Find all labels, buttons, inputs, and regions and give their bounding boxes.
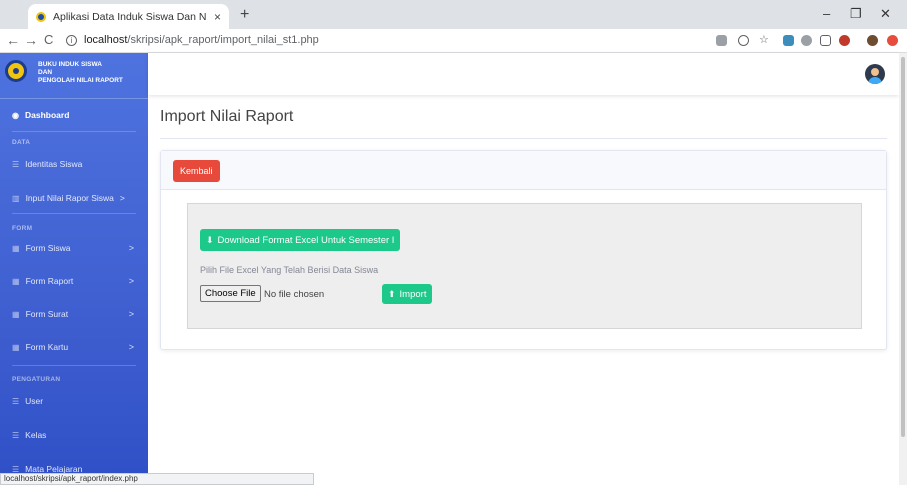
scrollbar-thumb[interactable] — [901, 57, 905, 437]
chevron-right-icon: > — [119, 193, 125, 203]
file-status: No file chosen — [264, 289, 325, 300]
upload-icon: ⬆ — [388, 288, 396, 299]
back-button[interactable]: Kembali — [173, 160, 220, 182]
sidebar-heading-settings: PENGATURAN — [12, 376, 61, 383]
reload-icon[interactable]: C — [44, 32, 53, 47]
site-favicon-icon — [36, 11, 46, 22]
forward-arrow-icon[interactable]: → — [24, 32, 38, 48]
school-logo-icon — [5, 60, 27, 82]
maximize-icon[interactable]: ❐ — [850, 6, 862, 22]
sidebar-item-identitas-siswa[interactable]: ☰ Identitas Siswa — [0, 157, 148, 171]
file-label: Pilih File Excel Yang Telah Berisi Data … — [200, 265, 379, 275]
chart-icon: ▥ — [12, 193, 20, 203]
extension-icon[interactable] — [801, 35, 812, 46]
sidebar: BUKU INDUK SISWA DAN PENGOLAH NILAI RAPO… — [0, 53, 148, 485]
sidebar-item-dashboard[interactable]: ◉ Dashboard — [0, 108, 148, 122]
sidebar-item-user[interactable]: ☰ User — [0, 394, 148, 408]
status-bar-url: localhost/skripsi/apk_raport/index.php — [0, 473, 314, 485]
choose-file-button[interactable]: Choose File — [200, 285, 261, 302]
tab-close-icon[interactable]: × — [214, 10, 221, 24]
extension-icon[interactable] — [839, 35, 850, 46]
dashboard-icon: ◉ — [12, 110, 19, 120]
list-icon: ☰ — [12, 396, 20, 406]
address-bar: ← → C i localhost/skripsi/apk_raport/imp… — [0, 29, 907, 53]
user-avatar[interactable] — [865, 64, 885, 84]
list-icon: ☰ — [12, 430, 20, 440]
sidebar-divider — [12, 213, 136, 214]
extension-icon[interactable] — [783, 35, 794, 46]
sidebar-item-form-kartu[interactable]: ▦ Form Kartu > — [0, 340, 148, 354]
sidebar-divider — [12, 131, 136, 132]
site-info-icon[interactable]: i — [66, 35, 77, 46]
topbar — [148, 53, 899, 95]
sidebar-item-form-siswa[interactable]: ▦ Form Siswa > — [0, 241, 148, 255]
table-icon: ▦ — [12, 309, 20, 319]
chevron-right-icon: > — [128, 309, 134, 319]
import-button[interactable]: ⬆ Import — [382, 284, 433, 304]
list-icon: ☰ — [12, 159, 20, 169]
extension-icon[interactable] — [887, 35, 898, 46]
import-panel: ⬇ Download Format Excel Untuk Semester I… — [187, 203, 862, 329]
translate-icon[interactable] — [716, 35, 727, 46]
sidebar-divider — [12, 365, 136, 366]
sidebar-heading-form: FORM — [12, 225, 33, 232]
sidebar-item-form-raport[interactable]: ▦ Form Raport > — [0, 274, 148, 288]
zoom-icon[interactable] — [738, 35, 749, 46]
sidebar-item-form-surat[interactable]: ▦ Form Surat > — [0, 307, 148, 321]
minimize-icon[interactable]: – — [823, 6, 830, 21]
sidebar-heading-data: DATA — [12, 139, 31, 146]
brand-text: BUKU INDUK SISWA DAN PENGOLAH NILAI RAPO… — [38, 61, 123, 84]
window-close-icon[interactable]: ✕ — [880, 6, 891, 22]
page-scrollbar[interactable] — [899, 53, 907, 485]
table-icon: ▦ — [12, 243, 20, 253]
title-divider — [160, 138, 887, 139]
bookmark-star-icon[interactable]: ☆ — [759, 35, 770, 46]
back-arrow-icon[interactable]: ← — [6, 32, 20, 48]
profile-avatar-icon[interactable] — [867, 35, 878, 46]
chevron-right-icon: > — [128, 243, 134, 253]
url-field[interactable]: localhost/skripsi/apk_raport/import_nila… — [84, 34, 319, 46]
new-tab-icon[interactable]: + — [240, 6, 249, 24]
tab-title: Aplikasi Data Induk Siswa Dan N — [53, 10, 207, 23]
download-icon: ⬇ — [206, 234, 214, 245]
sidebar-brand[interactable]: BUKU INDUK SISWA DAN PENGOLAH NILAI RAPO… — [0, 53, 148, 99]
card-header: Kembali — [161, 151, 886, 190]
chevron-right-icon: > — [128, 276, 134, 286]
download-format-button[interactable]: ⬇ Download Format Excel Untuk Semester I — [200, 229, 401, 251]
browser-tab[interactable]: Aplikasi Data Induk Siswa Dan N × — [28, 4, 229, 29]
import-card: Kembali ⬇ Download Format Excel Untuk Se… — [160, 150, 887, 350]
sidebar-item-kelas[interactable]: ☰ Kelas — [0, 428, 148, 442]
browser-tab-bar: Aplikasi Data Induk Siswa Dan N × + – ❐ … — [0, 0, 907, 29]
table-icon: ▦ — [12, 342, 20, 352]
table-icon: ▦ — [12, 276, 20, 286]
home-icon[interactable] — [820, 35, 831, 46]
chevron-right-icon: > — [128, 342, 134, 352]
sidebar-item-input-nilai[interactable]: ▥ Input Nilai Rapor Siswa > — [0, 191, 148, 205]
page-title: Import Nilai Raport — [160, 108, 294, 125]
